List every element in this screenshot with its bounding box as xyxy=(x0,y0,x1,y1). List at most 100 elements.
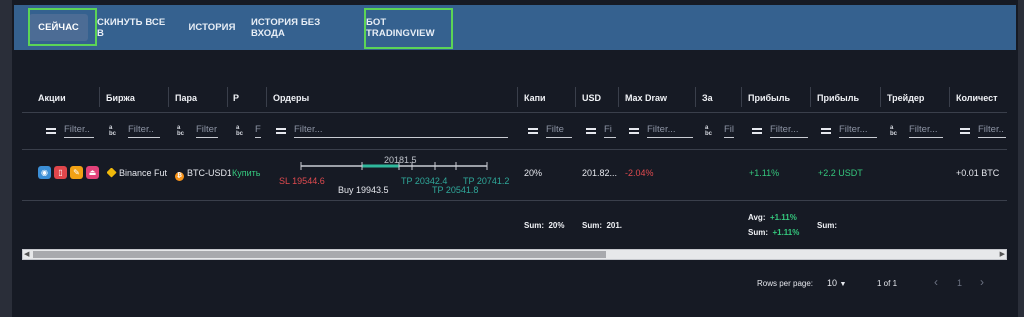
filter-usd[interactable]: Fi xyxy=(586,124,617,138)
text-filter-icon[interactable]: a bc xyxy=(109,125,121,137)
quantity-value: +0.01 BTC xyxy=(956,168,1000,178)
orders-buy: Buy 19943.5 xyxy=(338,185,389,195)
column-header-za[interactable]: За xyxy=(702,93,718,103)
column-separator[interactable] xyxy=(618,87,619,107)
filter-input[interactable]: Filter.. xyxy=(128,124,160,138)
summary-usd: Sum: 201. xyxy=(582,221,622,230)
column-separator[interactable] xyxy=(575,87,576,107)
filter-pair[interactable]: a bc Filter xyxy=(177,124,224,138)
column-header-trader[interactable]: Трейдер xyxy=(887,93,937,103)
chevron-right-icon[interactable]: › xyxy=(980,275,984,289)
filter-input[interactable]: Filter... xyxy=(294,124,508,138)
text-filter-icon[interactable]: a bc xyxy=(890,125,902,137)
eye-icon[interactable]: ◉ xyxy=(38,166,51,179)
filter-orders[interactable]: Filter... xyxy=(276,124,514,138)
capital-value: 20% xyxy=(524,168,543,178)
eject-icon[interactable]: ⏏ xyxy=(86,166,99,179)
tab-history-label: ИСТОРИЯ xyxy=(188,22,236,33)
column-header-max-drawdown[interactable]: Max Draw xyxy=(625,93,671,103)
text-filter-icon[interactable]: a bc xyxy=(177,125,189,137)
scroll-right-icon[interactable]: ▶ xyxy=(1000,250,1005,259)
sum-label: Sum: xyxy=(817,221,837,230)
column-header-profit-pct[interactable]: Прибыль xyxy=(748,93,798,103)
text-filter-icon[interactable]: a bc xyxy=(705,125,717,137)
column-header-actions[interactable]: Акции xyxy=(38,93,78,103)
filter-exchange[interactable]: a bc Filter.. xyxy=(109,124,165,138)
btc-icon: ₿ xyxy=(175,172,184,181)
menu-icon[interactable] xyxy=(528,128,538,134)
filter-input[interactable]: Filter... xyxy=(647,124,693,138)
pair-value: BTC-USD1 xyxy=(187,168,231,178)
filter-input[interactable]: Fi xyxy=(604,124,616,138)
binance-icon xyxy=(107,168,117,178)
sum-label: Sum: xyxy=(582,221,602,230)
orders-tp3: TP 20541.8 xyxy=(432,185,479,195)
current-page[interactable]: 1 xyxy=(957,278,962,288)
column-header-usd[interactable]: USD xyxy=(582,93,612,103)
column-separator[interactable] xyxy=(168,87,169,107)
profit-pct-value: +1.11% xyxy=(749,168,780,178)
menu-icon[interactable] xyxy=(586,128,596,134)
column-header-capital[interactable]: Капи xyxy=(524,93,552,103)
filter-input[interactable]: Filter... xyxy=(839,124,877,138)
column-header-profit-usdt[interactable]: Прибыль xyxy=(817,93,867,103)
column-separator[interactable] xyxy=(741,87,742,107)
highlight-box-bot xyxy=(364,8,453,49)
filter-input[interactable]: Filter... xyxy=(909,124,943,138)
column-header-pair[interactable]: Пара xyxy=(175,93,205,103)
pencil-icon[interactable]: ✎ xyxy=(70,166,83,179)
column-separator[interactable] xyxy=(99,87,100,107)
column-header-exchange[interactable]: Биржа xyxy=(106,93,146,103)
trash-icon[interactable]: ▯ xyxy=(54,166,67,179)
filter-quantity[interactable]: Filter.. xyxy=(960,124,1006,138)
filter-input[interactable]: Filter.. xyxy=(978,124,1006,138)
column-header-quantity[interactable]: Количест xyxy=(956,93,1004,103)
filter-profit-pct[interactable]: Filter... xyxy=(752,124,808,138)
scrollbar-thumb[interactable] xyxy=(33,251,606,258)
column-separator[interactable] xyxy=(695,87,696,107)
capital-sum-value: 20% xyxy=(548,221,565,230)
menu-icon[interactable] xyxy=(960,128,970,134)
usd-sum-value: 201. xyxy=(606,221,623,230)
filter-input[interactable]: Fil xyxy=(724,124,734,138)
tab-history[interactable]: ИСТОРИЯ xyxy=(186,5,238,50)
menu-icon[interactable] xyxy=(752,128,762,134)
column-header-r[interactable]: Р xyxy=(233,93,245,103)
filter-actions[interactable]: Filter.. xyxy=(46,124,94,138)
filter-profit-usdt[interactable]: Filter... xyxy=(821,124,877,138)
column-separator[interactable] xyxy=(880,87,881,107)
rows-per-page-select[interactable]: 10 ▼ xyxy=(827,278,846,288)
menu-icon[interactable] xyxy=(629,128,639,134)
column-header-orders[interactable]: Ордеры xyxy=(273,93,323,103)
scroll-left-icon[interactable]: ◀ xyxy=(24,250,29,259)
column-separator[interactable] xyxy=(810,87,811,107)
filter-r[interactable]: a bc F xyxy=(236,124,264,138)
filter-input[interactable]: Filter... xyxy=(770,124,808,138)
summary-capital: Sum: 20% xyxy=(524,221,564,230)
column-separator[interactable] xyxy=(517,87,518,107)
tab-dump-all[interactable]: СКИНУТЬ ВСЕ В xyxy=(97,5,171,50)
avg-value: +1.11% xyxy=(769,213,797,222)
text-filter-icon[interactable]: a bc xyxy=(236,125,248,137)
avg-label: Avg: xyxy=(748,213,766,222)
max-drawdown-value: -2.04% xyxy=(625,168,654,178)
filter-input[interactable]: Filter xyxy=(196,124,218,138)
tab-history-no-entry[interactable]: ИСТОРИЯ БЕЗ ВХОДА xyxy=(251,5,351,50)
sum-label: Sum: xyxy=(748,228,768,237)
menu-icon[interactable] xyxy=(276,128,286,134)
filter-max-drawdown[interactable]: Filter... xyxy=(629,124,693,138)
filter-input[interactable]: Filter.. xyxy=(64,124,94,138)
menu-icon[interactable] xyxy=(821,128,831,134)
horizontal-scrollbar[interactable]: ◀ ▶ xyxy=(22,249,1007,260)
chevron-left-icon[interactable]: ‹ xyxy=(934,275,938,289)
column-separator[interactable] xyxy=(949,87,950,107)
filter-za[interactable]: a bc Fil xyxy=(705,124,739,138)
column-separator[interactable] xyxy=(266,87,267,107)
filter-trader[interactable]: a bc Filter... xyxy=(890,124,946,138)
menu-icon[interactable] xyxy=(46,128,56,134)
filter-input[interactable]: Filte xyxy=(546,124,572,138)
pair-cell: ₿ BTC-USD1 xyxy=(175,168,231,181)
filter-capital[interactable]: Filte xyxy=(528,124,574,138)
filter-input[interactable]: F xyxy=(255,124,261,138)
column-separator[interactable] xyxy=(227,87,228,107)
